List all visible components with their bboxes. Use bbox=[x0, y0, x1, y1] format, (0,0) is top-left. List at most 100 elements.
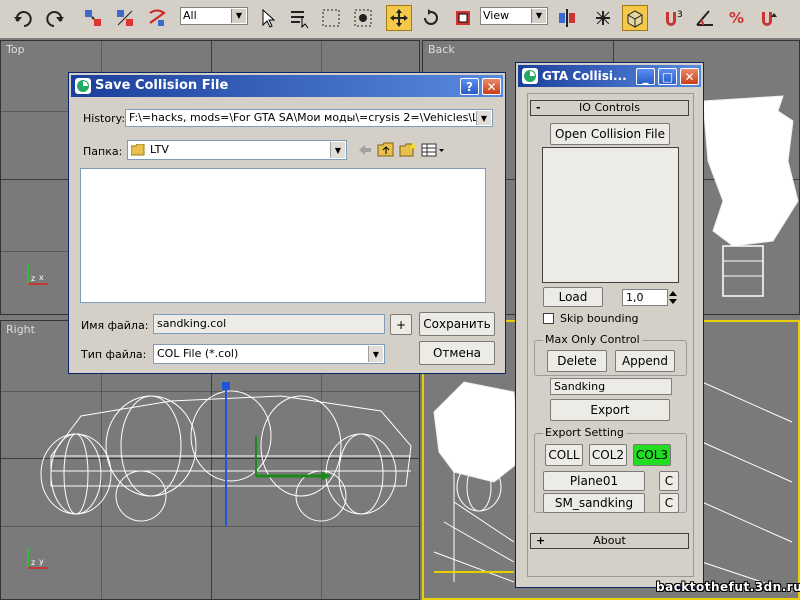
svg-text:x: x bbox=[39, 273, 44, 282]
object-item-sm-sandking[interactable]: SM_sandking bbox=[543, 493, 645, 513]
spinner-snap-icon[interactable] bbox=[756, 5, 782, 31]
chevron-down-icon: ▼ bbox=[531, 9, 546, 23]
load-spinner-value: 1,0 bbox=[626, 291, 644, 304]
up-folder-icon[interactable] bbox=[377, 142, 395, 161]
axis-tripod-icon: zx bbox=[27, 264, 48, 285]
angle-snap-icon[interactable] bbox=[692, 5, 718, 31]
save-collision-dialog: Save Collision File ? ✕ History: F:\=hac… bbox=[68, 72, 506, 374]
select-by-name-icon[interactable] bbox=[286, 5, 312, 31]
file-list[interactable] bbox=[80, 168, 486, 303]
perspective-mesh-right bbox=[701, 381, 793, 593]
chevron-down-icon: ▼ bbox=[476, 111, 491, 125]
chevron-down-icon: ▼ bbox=[330, 142, 345, 158]
about-rollout[interactable]: + About bbox=[530, 533, 689, 549]
svg-text:y: y bbox=[39, 557, 44, 566]
close-button[interactable]: ✕ bbox=[482, 78, 501, 95]
reference-coord-dropdown[interactable]: View ▼ bbox=[480, 7, 548, 25]
load-spinner-input[interactable]: 1,0 bbox=[622, 289, 668, 306]
filetype-dropdown[interactable]: COL File (*.col) ▼ bbox=[153, 344, 385, 364]
select-move-icon[interactable] bbox=[386, 5, 412, 31]
filename-label: Имя файла: bbox=[81, 319, 149, 332]
percent-snap-icon[interactable]: % bbox=[724, 5, 750, 31]
select-rotate-icon[interactable] bbox=[418, 5, 444, 31]
chevron-down-icon: ▼ bbox=[231, 9, 246, 23]
svg-text:%: % bbox=[729, 9, 744, 27]
bind-space-warp-icon[interactable] bbox=[144, 5, 170, 31]
align-icon[interactable] bbox=[622, 5, 648, 31]
spinner-arrows-icon[interactable] bbox=[668, 289, 678, 306]
name-input[interactable]: Sandking bbox=[550, 378, 672, 395]
skip-bounding-checkbox[interactable] bbox=[543, 313, 554, 324]
axis-tripod-icon: zy bbox=[27, 548, 48, 569]
watermark: backtothefut.3dn.ru bbox=[656, 580, 800, 594]
folder-label: Папка: bbox=[83, 145, 123, 158]
filename-value: sandking.col bbox=[157, 317, 227, 330]
load-button[interactable]: Load bbox=[543, 287, 603, 307]
io-controls-rollout[interactable]: - IO Controls bbox=[530, 100, 689, 116]
history-dropdown[interactable]: F:\=hacks, mods=\For GTA SA\Мои моды\=cr… bbox=[125, 109, 493, 127]
plus-button[interactable]: + bbox=[390, 314, 412, 335]
back-arrow-icon[interactable] bbox=[357, 143, 373, 160]
close-button[interactable]: ✕ bbox=[680, 68, 699, 85]
filetype-value: COL File (*.col) bbox=[157, 347, 239, 360]
export-button[interactable]: Export bbox=[550, 399, 670, 421]
filename-input[interactable]: sandking.col bbox=[153, 314, 385, 334]
viewport-label[interactable]: Back bbox=[428, 43, 455, 56]
maximize-button[interactable]: □ bbox=[658, 68, 677, 85]
collapse-icon: - bbox=[536, 101, 541, 114]
panel-title: GTA Collisi... bbox=[542, 69, 627, 83]
skip-bounding-label: Skip bounding bbox=[560, 312, 639, 325]
dialog-title: Save Collision File bbox=[95, 78, 229, 93]
max-only-control-label: Max Only Control bbox=[543, 333, 642, 346]
col2-button[interactable]: COL2 bbox=[589, 444, 627, 466]
viewport-label[interactable]: Right bbox=[6, 323, 35, 336]
collision-list[interactable] bbox=[542, 147, 679, 283]
cancel-button[interactable]: Отмена bbox=[419, 341, 495, 365]
redo-icon[interactable] bbox=[42, 5, 68, 31]
snap-toggle-icon[interactable]: 3 bbox=[660, 5, 686, 31]
undo-icon[interactable] bbox=[10, 5, 36, 31]
object-item-c-button[interactable]: C bbox=[659, 493, 679, 513]
reference-coord-value: View bbox=[483, 9, 510, 22]
object-item-plane01[interactable]: Plane01 bbox=[543, 471, 645, 491]
selection-filter-dropdown[interactable]: All ▼ bbox=[180, 7, 248, 25]
window-crossing-icon[interactable] bbox=[350, 5, 376, 31]
select-link-icon[interactable] bbox=[80, 5, 106, 31]
viewport-label[interactable]: Top bbox=[6, 43, 25, 56]
folder-value: LTV bbox=[150, 143, 169, 156]
delete-button[interactable]: Delete bbox=[547, 350, 607, 372]
name-value: Sandking bbox=[554, 380, 606, 393]
io-controls-label: IO Controls bbox=[579, 101, 640, 114]
app-icon bbox=[75, 78, 91, 94]
vehicle-wireframe bbox=[40, 382, 412, 526]
export-setting-label: Export Setting bbox=[543, 426, 626, 439]
rect-region-icon[interactable] bbox=[318, 5, 344, 31]
select-object-icon[interactable] bbox=[254, 5, 280, 31]
panel-titlebar[interactable]: GTA Collisi... _ □ ✕ bbox=[518, 65, 701, 87]
view-menu-icon[interactable] bbox=[421, 142, 445, 161]
object-item-c-button[interactable]: C bbox=[659, 471, 679, 491]
unlink-icon[interactable] bbox=[112, 5, 138, 31]
expand-icon: + bbox=[536, 534, 546, 547]
svg-text:z: z bbox=[31, 558, 35, 567]
selection-filter-value: All bbox=[183, 9, 197, 22]
coll-button[interactable]: COLL bbox=[545, 444, 583, 466]
main-toolbar: All ▼ View ▼ 3 % bbox=[0, 0, 800, 39]
svg-text:3: 3 bbox=[677, 10, 683, 20]
folder-dropdown[interactable]: LTV ▼ bbox=[127, 140, 347, 160]
append-button[interactable]: Append bbox=[615, 350, 675, 372]
chevron-down-icon: ▼ bbox=[368, 346, 383, 362]
filetype-label: Тип файла: bbox=[81, 348, 147, 361]
dialog-titlebar[interactable]: Save Collision File ? ✕ bbox=[71, 75, 503, 97]
help-button[interactable]: ? bbox=[460, 78, 479, 95]
save-button[interactable]: Сохранить bbox=[419, 312, 495, 336]
mirror-icon[interactable] bbox=[590, 5, 616, 31]
minimize-button[interactable]: _ bbox=[636, 68, 655, 85]
select-scale-icon[interactable] bbox=[450, 5, 476, 31]
col3-button[interactable]: COL3 bbox=[633, 444, 671, 466]
use-pivot-icon[interactable] bbox=[554, 5, 580, 31]
gta-collision-panel: GTA Collisi... _ □ ✕ - IO Controls Open … bbox=[515, 62, 704, 588]
new-folder-icon[interactable] bbox=[399, 142, 417, 161]
open-collision-file-button[interactable]: Open Collision File bbox=[550, 123, 670, 145]
history-label: History: bbox=[83, 112, 126, 125]
